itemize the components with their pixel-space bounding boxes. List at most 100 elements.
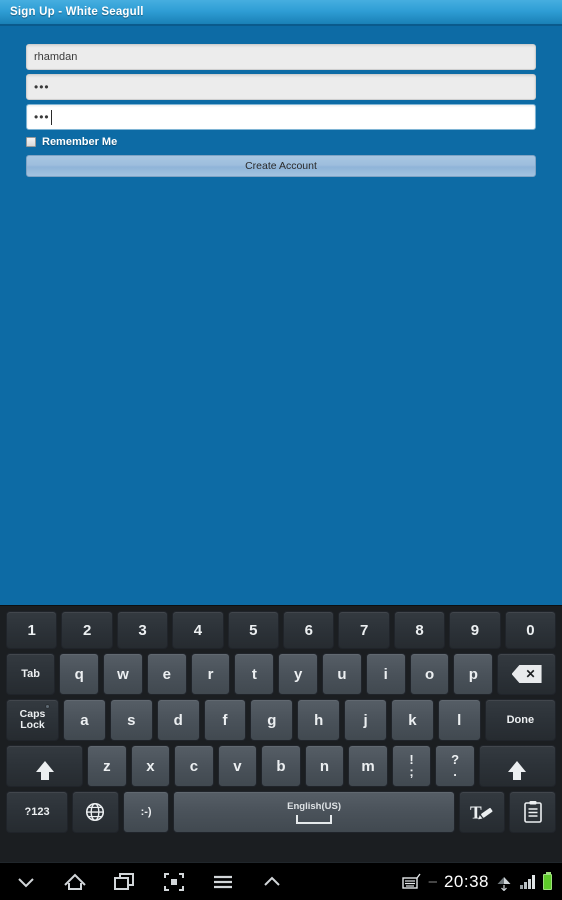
key-label: 5 xyxy=(249,621,258,639)
key-label: i xyxy=(383,665,388,683)
key-8[interactable]: 8 xyxy=(393,611,446,649)
key-f[interactable]: f xyxy=(203,699,247,741)
shift-icon xyxy=(35,760,54,780)
key-4[interactable]: 4 xyxy=(172,611,224,649)
key-y[interactable]: y xyxy=(278,653,319,695)
key-space[interactable]: English(US) xyxy=(173,791,455,833)
key-h[interactable]: h xyxy=(297,699,341,741)
key-label: r xyxy=(207,665,214,683)
key-3[interactable]: 3 xyxy=(116,611,169,649)
backspace-icon: ✕ xyxy=(511,665,542,683)
signup-form: rhamdan ••• ••• Remember Me Create Accou… xyxy=(0,26,562,605)
signal-icon xyxy=(520,875,535,889)
globe-icon xyxy=(86,802,105,822)
key-5[interactable]: 5 xyxy=(227,611,280,649)
create-account-label: Create Account xyxy=(245,160,317,172)
key-v[interactable]: v xyxy=(217,745,258,787)
remember-me-checkbox[interactable] xyxy=(26,137,36,147)
key-j[interactable]: j xyxy=(344,699,387,741)
key-label: g xyxy=(267,711,277,729)
key-label: x xyxy=(146,757,155,775)
menu-button[interactable] xyxy=(210,870,236,894)
key-9[interactable]: 9 xyxy=(449,611,501,649)
key-x[interactable]: x xyxy=(130,745,171,787)
key-c[interactable]: c xyxy=(174,745,214,787)
key-r[interactable]: r xyxy=(190,653,231,695)
key-g[interactable]: g xyxy=(250,699,294,741)
home-button[interactable] xyxy=(62,870,88,894)
password-field[interactable]: ••• xyxy=(26,74,536,100)
key-label: q xyxy=(74,665,84,683)
key-m[interactable]: m xyxy=(348,745,388,787)
key-e[interactable]: e xyxy=(146,653,187,695)
key-w[interactable]: w xyxy=(103,653,143,695)
key-label: :-) xyxy=(140,806,152,818)
key-7[interactable]: 7 xyxy=(338,611,390,649)
key-0[interactable]: 0 xyxy=(504,611,557,649)
key-handwriting[interactable]: T xyxy=(458,791,506,833)
key-6[interactable]: 6 xyxy=(283,611,335,649)
key-clipboard[interactable] xyxy=(509,791,557,833)
clipboard-icon xyxy=(523,801,542,823)
key-language-switch[interactable] xyxy=(72,791,119,833)
key-i[interactable]: i xyxy=(365,653,406,695)
create-account-button[interactable]: Create Account xyxy=(26,155,536,177)
key-t[interactable]: t xyxy=(234,653,275,695)
keyboard-indicator-button[interactable] xyxy=(401,873,422,891)
key-shift-left[interactable] xyxy=(6,745,84,787)
key-label: v xyxy=(233,757,242,775)
key-z[interactable]: z xyxy=(87,745,127,787)
confirm-password-field[interactable]: ••• xyxy=(26,104,536,130)
key-caps-lock[interactable]: Caps Lock xyxy=(6,699,60,741)
key-l[interactable]: l xyxy=(437,699,481,741)
key-b[interactable]: b xyxy=(261,745,301,787)
key-label: l xyxy=(457,711,462,729)
key-d[interactable]: d xyxy=(156,699,200,741)
key-shift-right[interactable] xyxy=(478,745,556,787)
key-label-stacked: ! ; xyxy=(409,753,413,778)
key-label-stacked: ? . xyxy=(451,753,459,779)
key-u[interactable]: u xyxy=(322,653,362,695)
key-label: z xyxy=(103,757,111,775)
key-k[interactable]: k xyxy=(390,699,434,741)
shift-icon xyxy=(508,760,527,780)
key-o[interactable]: o xyxy=(409,653,450,695)
hide-keyboard-button[interactable] xyxy=(14,870,38,894)
key-emoji[interactable]: :-) xyxy=(122,791,170,833)
caps-lock-led-icon xyxy=(45,704,51,709)
keyboard-row-home: Caps Lock a s d f g h j k l Done xyxy=(4,699,558,741)
username-field[interactable]: rhamdan xyxy=(26,44,536,70)
keyboard-row-numbers: 1 2 3 4 5 6 7 8 9 0 xyxy=(4,611,558,649)
key-label-secondary: . xyxy=(453,764,457,779)
key-done[interactable]: Done xyxy=(484,699,557,741)
key-label-secondary: Lock xyxy=(20,719,45,731)
key-1[interactable]: 1 xyxy=(6,611,58,649)
wifi-icon xyxy=(497,876,511,891)
key-label: p xyxy=(468,665,478,683)
key-n[interactable]: n xyxy=(304,745,345,787)
recent-apps-button[interactable] xyxy=(112,870,138,894)
expand-up-button[interactable] xyxy=(260,870,284,894)
key-label: ?123 xyxy=(24,806,50,818)
key-question-period[interactable]: ? . xyxy=(435,745,475,787)
keyboard-row-top: Tab q w e r t y u i o p ✕ xyxy=(4,653,558,695)
key-2[interactable]: 2 xyxy=(61,611,113,649)
key-exclamation-semicolon[interactable]: ! ; xyxy=(391,745,432,787)
key-a[interactable]: a xyxy=(63,699,106,741)
key-p[interactable]: p xyxy=(453,653,494,695)
status-icons: – 20:38 xyxy=(401,871,562,892)
key-symbols[interactable]: ?123 xyxy=(6,791,69,833)
screenshot-button[interactable] xyxy=(162,870,186,894)
expand-up-icon xyxy=(264,876,280,886)
key-label: u xyxy=(337,665,347,683)
hide-keyboard-icon xyxy=(18,877,34,887)
keyboard-row-bottom: z x c v b n m ! ; ? . xyxy=(4,745,558,787)
screenshot-icon xyxy=(164,872,184,891)
key-s[interactable]: s xyxy=(109,699,153,741)
key-q[interactable]: q xyxy=(59,653,100,695)
key-label: n xyxy=(319,757,330,775)
keyboard-language-label: English(US) xyxy=(287,800,341,812)
key-backspace[interactable]: ✕ xyxy=(497,653,556,695)
remember-me-row[interactable]: Remember Me xyxy=(26,136,536,148)
key-tab[interactable]: Tab xyxy=(6,653,56,695)
